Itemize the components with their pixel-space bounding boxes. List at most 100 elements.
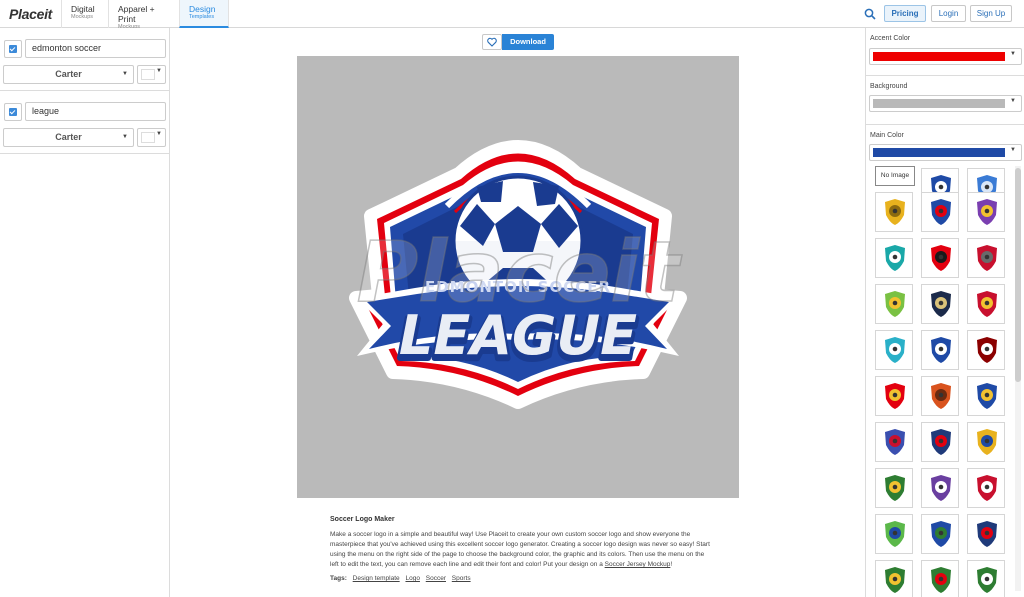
graphic-option[interactable]	[875, 422, 913, 462]
badge-icon	[931, 199, 951, 225]
text-line-group: edmonton soccer Carter ▼ ▼	[0, 28, 169, 91]
graphic-option[interactable]	[875, 514, 913, 554]
main-color-swatch	[873, 148, 1005, 157]
no-image-option[interactable]: No Image	[875, 166, 915, 186]
graphic-option[interactable]	[967, 284, 1005, 324]
nav-tab-apparel[interactable]: Apparel + Print Mockups	[108, 0, 179, 30]
badge-icon	[977, 429, 997, 455]
graphic-option[interactable]	[921, 514, 959, 554]
badge-icon	[885, 245, 905, 271]
nav-tab-design[interactable]: Design Templates	[179, 0, 229, 28]
font-select-value: Carter	[55, 69, 82, 79]
graphic-option[interactable]	[967, 238, 1005, 278]
graphic-option[interactable]	[921, 330, 959, 370]
chevron-down-icon: ▼	[1010, 147, 1016, 153]
graphic-option[interactable]	[875, 330, 913, 370]
tag-link[interactable]: Sports	[452, 575, 471, 582]
search-icon[interactable]	[864, 8, 876, 20]
watermark-text: Placeit	[357, 223, 683, 321]
badge-icon	[885, 291, 905, 317]
graphic-option[interactable]	[875, 560, 913, 597]
background-section: Background ▼	[866, 76, 1024, 125]
line-checkbox[interactable]	[4, 40, 22, 58]
chevron-down-icon: ▼	[156, 131, 162, 137]
badge-icon	[977, 383, 997, 409]
badge-icon	[931, 521, 951, 547]
graphic-option[interactable]	[875, 238, 913, 278]
badge-icon	[977, 245, 997, 271]
accent-color-section: Accent Color ▼	[866, 28, 1024, 76]
badge-icon	[977, 199, 997, 225]
text-line-group: league Carter ▼ ▼	[0, 91, 169, 154]
nav-tab-subtitle: Mockups	[71, 14, 94, 20]
graphic-option[interactable]	[921, 468, 959, 508]
top-bar: Placeit Digital Mockups Apparel + Print …	[0, 0, 1024, 30]
background-color-select[interactable]: ▼	[869, 95, 1022, 112]
accent-color-select[interactable]: ▼	[869, 48, 1022, 65]
graphic-option[interactable]	[921, 238, 959, 278]
nav-tab-subtitle: Templates	[189, 14, 215, 20]
login-button[interactable]: Login	[931, 5, 966, 22]
accent-color-label: Accent Color	[870, 35, 911, 42]
graphic-option[interactable]	[967, 376, 1005, 416]
graphic-option[interactable]	[921, 284, 959, 324]
text-color-select[interactable]: ▼	[137, 65, 166, 84]
nav-tab-title: Design	[189, 4, 216, 14]
graphic-option[interactable]	[967, 468, 1005, 508]
badge-icon	[885, 199, 905, 225]
graphic-option[interactable]	[967, 330, 1005, 370]
badge-icon	[885, 567, 905, 593]
nav-tab-title: Digital	[71, 4, 95, 14]
tag-link[interactable]: Design template	[353, 575, 400, 582]
graphic-option[interactable]	[967, 514, 1005, 554]
line-checkbox[interactable]	[4, 103, 22, 121]
tag-link[interactable]: Soccer	[426, 575, 446, 582]
text-line-input[interactable]: edmonton soccer	[25, 39, 166, 58]
badge-icon	[885, 521, 905, 547]
jersey-mockup-link[interactable]: Soccer Jersey Mockup	[605, 561, 671, 568]
description-body: Make a soccer logo in a simple and beaut…	[330, 530, 710, 570]
description-block: Soccer Logo Maker Make a soccer logo in …	[330, 516, 710, 582]
graphic-option[interactable]	[967, 192, 1005, 232]
graphic-grid: No Image	[875, 166, 1013, 597]
chevron-down-icon: ▼	[156, 68, 162, 74]
badge-icon	[931, 567, 951, 593]
download-button[interactable]: Download	[502, 34, 554, 50]
graphic-option[interactable]	[875, 192, 913, 232]
graphic-option[interactable]	[921, 376, 959, 416]
badge-icon	[931, 475, 951, 501]
font-select[interactable]: Carter ▼	[3, 65, 134, 84]
badge-icon	[977, 475, 997, 501]
nav-tab-digital[interactable]: Digital Mockups	[61, 0, 108, 28]
background-label: Background	[870, 83, 908, 90]
heart-icon	[487, 37, 497, 47]
chevron-down-icon: ▼	[122, 71, 128, 77]
graphic-option[interactable]	[967, 422, 1005, 462]
badge-icon	[977, 567, 997, 593]
chevron-down-icon: ▼	[1010, 98, 1016, 104]
graphic-option[interactable]	[967, 560, 1005, 597]
graphic-option[interactable]	[875, 284, 913, 324]
tags-row: Tags: Design template Logo Soccer Sports	[330, 575, 710, 582]
preview-area: Download EDMONTON SOCCER LEAGUE LEAGUE P…	[171, 28, 864, 597]
graphic-option[interactable]	[921, 192, 959, 232]
chevron-down-icon: ▼	[122, 134, 128, 140]
pricing-button[interactable]: Pricing	[884, 5, 926, 22]
graphic-grid-scrollbar[interactable]	[1015, 166, 1021, 591]
graphic-option[interactable]	[921, 560, 959, 597]
text-color-select[interactable]: ▼	[137, 128, 166, 147]
badge-icon	[885, 429, 905, 455]
main-color-select[interactable]: ▼	[869, 144, 1022, 161]
graphic-option[interactable]	[875, 468, 913, 508]
style-panel: Accent Color ▼ Background ▼ Main Color ▼…	[865, 28, 1024, 597]
text-line-input[interactable]: league	[25, 102, 166, 121]
brand-logo[interactable]: Placeit	[9, 6, 52, 22]
favorite-button[interactable]	[482, 34, 502, 50]
font-select[interactable]: Carter ▼	[3, 128, 134, 147]
graphic-option[interactable]	[921, 422, 959, 462]
badge-icon	[977, 291, 997, 317]
graphic-option[interactable]	[875, 376, 913, 416]
accent-color-swatch	[873, 52, 1005, 61]
signup-button[interactable]: Sign Up	[970, 5, 1012, 22]
tag-link[interactable]: Logo	[405, 575, 419, 582]
